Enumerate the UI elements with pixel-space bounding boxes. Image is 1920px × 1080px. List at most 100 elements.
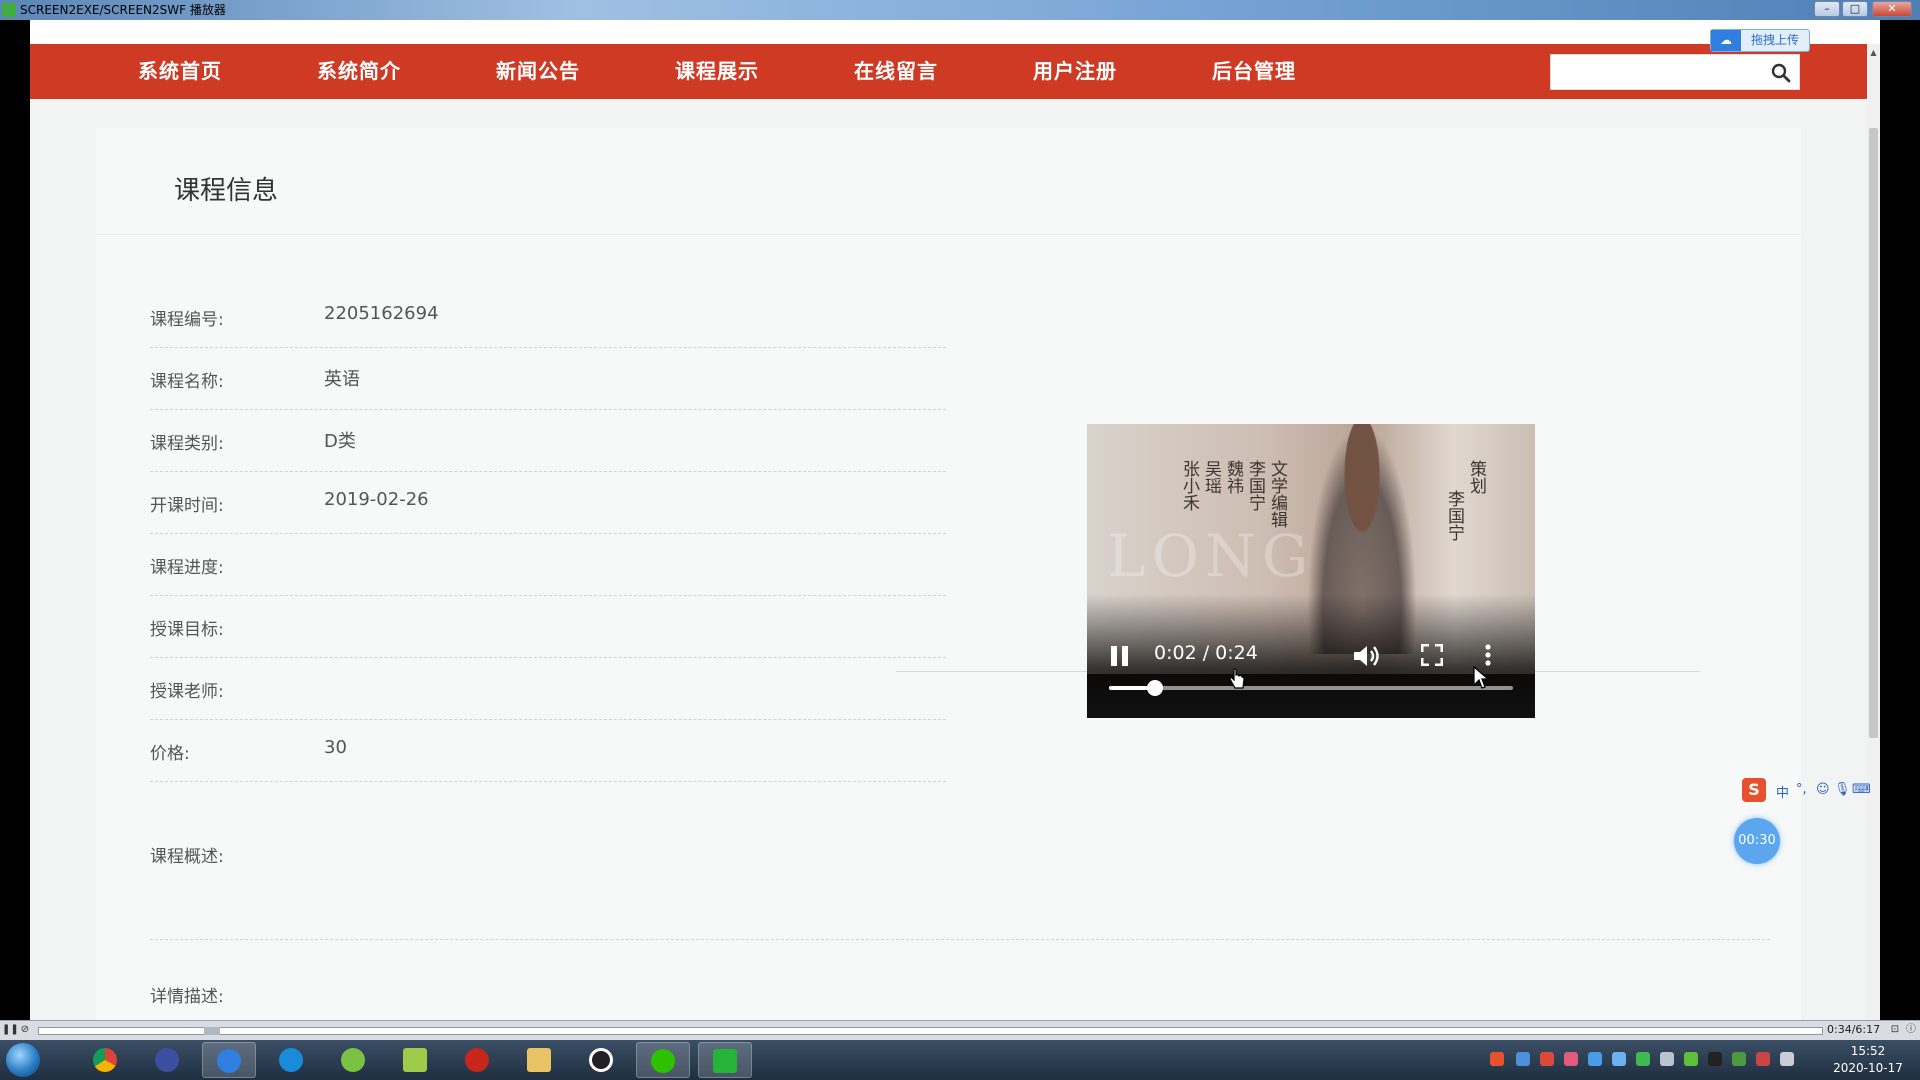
tray-qq-icon[interactable]	[1708, 1052, 1722, 1066]
tray-app-icon[interactable]	[1564, 1052, 1578, 1066]
window-title: SCREEN2EXE/SCREEN2SWF 播放器	[20, 3, 226, 17]
player-seek-thumb[interactable]	[204, 1027, 220, 1035]
sogou-logo-icon[interactable]: S	[1742, 778, 1766, 802]
search-icon[interactable]	[1771, 63, 1791, 83]
player-time: 0:34/6:17	[1827, 1023, 1881, 1036]
app-icon	[2, 3, 16, 17]
volume-icon[interactable]	[1352, 644, 1382, 668]
field-label: 课程名称:	[150, 372, 224, 392]
clock-date: 2020-10-17	[1833, 1061, 1903, 1075]
taskbar-browser-icon[interactable]	[264, 1042, 318, 1078]
video-caption: 李国宁	[1245, 460, 1265, 511]
ime-toolbar: S 中 °, ☺ 🎙 ⌨	[1742, 778, 1880, 804]
field-row-progress: 课程进度:	[150, 535, 946, 596]
nav-about[interactable]: 系统简介	[317, 44, 401, 99]
taskbar-baidu-netdisk-icon[interactable]	[202, 1042, 256, 1078]
video-caption: 张小禾	[1179, 460, 1199, 511]
field-row-course-category: 课程类别: D类	[150, 411, 946, 472]
system-tray	[1490, 1050, 1800, 1070]
field-row-teacher: 授课老师:	[150, 659, 946, 720]
video-caption: 魏祎	[1223, 460, 1243, 494]
taskbar-leaf-icon[interactable]	[326, 1042, 380, 1078]
start-button-icon[interactable]	[6, 1043, 40, 1077]
field-value: 英语	[324, 369, 360, 390]
player-options-icon[interactable]: ⊘	[18, 1023, 32, 1037]
tray-network-icon[interactable]	[1780, 1052, 1794, 1066]
tray-sound-icon[interactable]	[1756, 1052, 1770, 1066]
player-pause-icon[interactable]: ❚❚	[2, 1023, 19, 1037]
ime-voice-icon[interactable]: 🎙	[1834, 782, 1851, 797]
scroll-up-arrow-icon[interactable]: ▲	[1869, 48, 1878, 58]
search-input[interactable]	[1557, 59, 1757, 87]
video-progress-bar[interactable]	[1109, 680, 1513, 696]
ime-keyboard-icon[interactable]: ⌨	[1852, 782, 1871, 797]
maximize-button[interactable]: □	[1842, 1, 1868, 17]
nav-admin[interactable]: 后台管理	[1212, 44, 1296, 99]
field-label: 课程编号:	[150, 310, 224, 330]
taskbar-clock[interactable]: 15:52 2020-10-17	[1822, 1043, 1914, 1077]
taskbar-player-icon[interactable]	[698, 1042, 752, 1078]
search-box	[1550, 54, 1800, 90]
ime-chinese-mode[interactable]: 中	[1776, 782, 1789, 801]
tray-app-icon[interactable]	[1684, 1052, 1698, 1066]
player-seek-bar[interactable]	[38, 1027, 1823, 1035]
taskbar-notes-icon[interactable]	[388, 1042, 442, 1078]
upload-badge[interactable]: ☁ 拖拽上传	[1710, 29, 1810, 52]
course-info-card: 课程信息 课程编号: 2205162694 课程名称: 英语 课程类别: D类 …	[96, 128, 1801, 1020]
taskbar-wechat-icon[interactable]	[636, 1042, 690, 1078]
field-row-detail: 详情描述:	[150, 940, 1770, 1020]
upload-label: 拖拽上传	[1751, 33, 1800, 47]
vertical-scrollbar[interactable]: ▲ ▼	[1867, 44, 1880, 1020]
tray-sogou-icon[interactable]	[1490, 1052, 1504, 1066]
tray-wechat-icon[interactable]	[1636, 1052, 1650, 1066]
more-options-icon[interactable]	[1485, 644, 1491, 666]
taskbar-app-icon[interactable]	[140, 1042, 194, 1078]
player-info-icon[interactable]: ⓘ	[1904, 1023, 1918, 1037]
timer-bubble[interactable]: 00:30	[1734, 818, 1780, 864]
taskbar-chrome-icon[interactable]	[78, 1042, 132, 1078]
player-fit-icon[interactable]: ⊡	[1888, 1023, 1902, 1037]
tray-shield-icon[interactable]	[1588, 1052, 1602, 1066]
taskbar-folder-icon[interactable]	[512, 1042, 566, 1078]
field-row-course-name: 课程名称: 英语	[150, 349, 946, 410]
taskbar-flash-icon[interactable]	[450, 1042, 504, 1078]
ime-emoji-icon[interactable]: ☺	[1816, 782, 1830, 797]
minimize-button[interactable]: –	[1814, 1, 1840, 17]
nav-register[interactable]: 用户注册	[1033, 44, 1117, 99]
tray-netdisk-icon[interactable]	[1612, 1052, 1626, 1066]
window-titlebar: SCREEN2EXE/SCREEN2SWF 播放器 – □ ✕	[0, 0, 1920, 20]
tray-update-icon[interactable]	[1540, 1052, 1554, 1066]
field-label: 授课老师:	[150, 682, 224, 702]
nav-news[interactable]: 新闻公告	[496, 44, 580, 99]
video-watermark: LONG	[1107, 522, 1315, 590]
tray-volume-icon[interactable]	[1660, 1052, 1674, 1066]
field-label: 课程概述:	[150, 847, 224, 867]
tray-app-icon[interactable]	[1516, 1052, 1530, 1066]
top-strip	[30, 20, 1880, 44]
field-row-start-date: 开课时间: 2019-02-26	[150, 473, 946, 534]
field-label: 授课目标:	[150, 620, 224, 640]
field-value: 2205162694	[324, 303, 439, 324]
video-player[interactable]: 文学编辑 李国宁 魏祎 吴瑶 张小禾 策划 李国宁 LONG 0:02 / 0:…	[1087, 424, 1535, 718]
fullscreen-icon[interactable]	[1421, 644, 1443, 666]
nav-messages[interactable]: 在线留言	[854, 44, 938, 99]
scroll-thumb[interactable]	[1869, 128, 1878, 738]
ime-punctuation[interactable]: °,	[1796, 782, 1807, 797]
field-label: 开课时间:	[150, 496, 224, 516]
field-row-course-id: 课程编号: 2205162694	[150, 287, 946, 348]
video-caption: 文学编辑	[1267, 460, 1287, 528]
nav-courses[interactable]: 课程展示	[675, 44, 759, 99]
nav-home[interactable]: 系统首页	[138, 44, 222, 99]
cloud-upload-icon: ☁	[1711, 30, 1741, 51]
clock-time: 15:52	[1850, 1044, 1886, 1058]
video-caption: 策划	[1466, 460, 1486, 494]
taskbar: 15:52 2020-10-17	[0, 1040, 1920, 1080]
tray-battery-icon[interactable]	[1732, 1052, 1746, 1066]
video-caption: 吴瑶	[1201, 460, 1221, 494]
field-value: 30	[324, 737, 347, 758]
close-button[interactable]: ✕	[1872, 1, 1912, 17]
field-row-overview: 课程概述:	[150, 800, 1770, 940]
field-value: 2019-02-26	[324, 489, 429, 510]
pause-icon[interactable]	[1111, 646, 1129, 666]
taskbar-qq-icon[interactable]	[574, 1042, 628, 1078]
